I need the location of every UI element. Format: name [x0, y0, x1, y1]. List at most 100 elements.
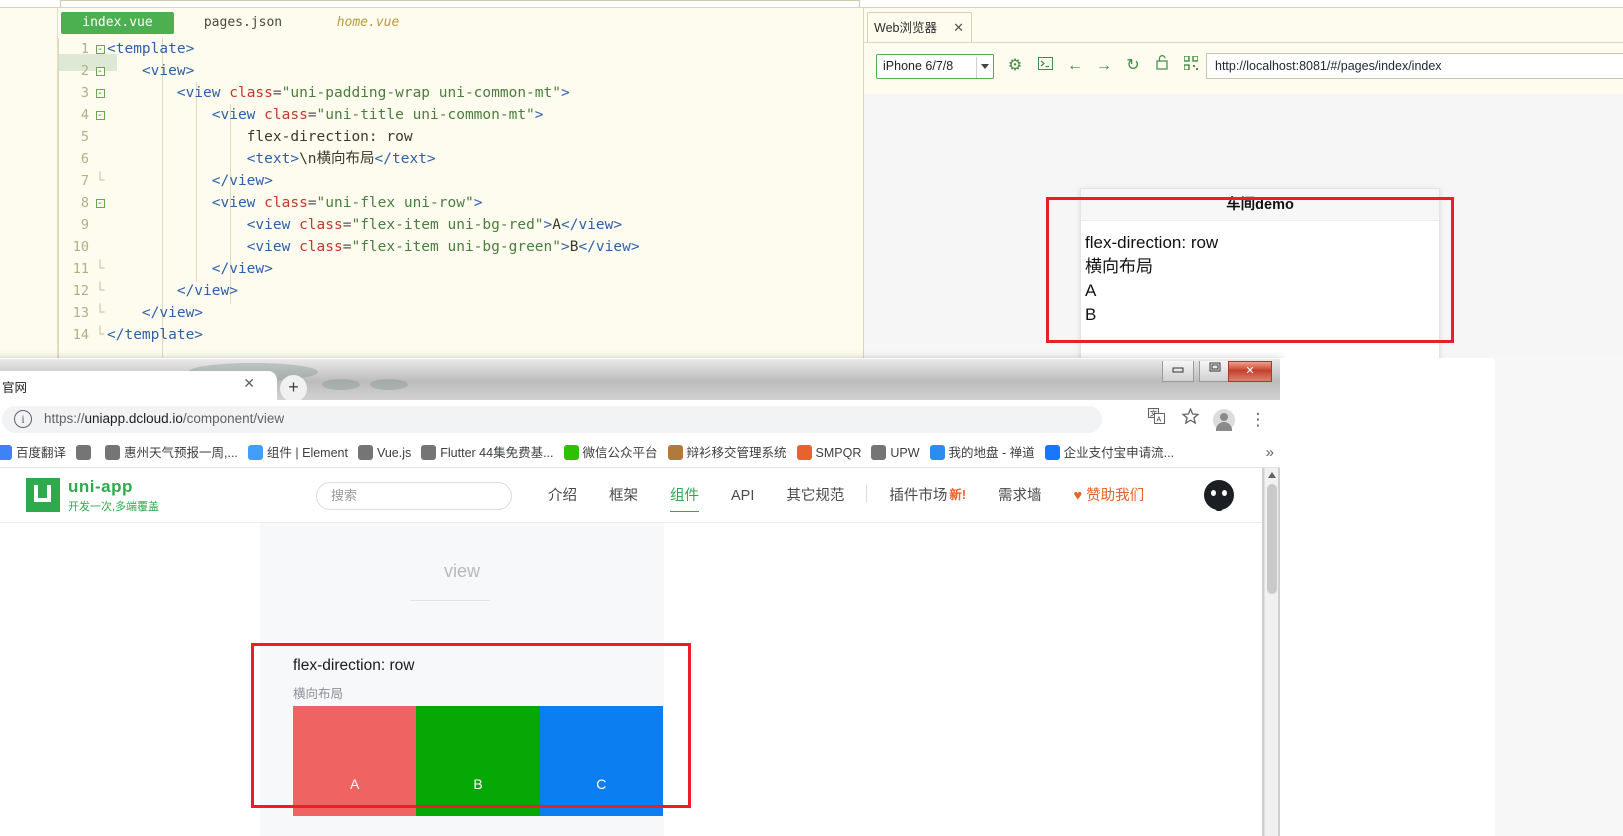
close-icon[interactable]: ✕ — [953, 13, 964, 43]
bookmark-label: 百度翻译 — [16, 446, 67, 460]
bookmarks-overflow-button[interactable]: » — [1266, 438, 1274, 467]
preview-url-field[interactable]: http://localhost:8081/#/pages/index/inde… — [1206, 53, 1623, 79]
site-logo-name[interactable]: uni-app — [68, 477, 133, 497]
flex-item-b: B — [416, 706, 540, 816]
close-button[interactable]: ✕ — [1228, 361, 1272, 382]
app-navbar-title: 车间demo — [1081, 189, 1439, 221]
device-frame: 车间demo flex-direction: row 横向布局 A B — [1080, 188, 1440, 370]
address-bar-url: https://uniapp.dcloud.io/component/view — [44, 411, 284, 426]
profile-avatar[interactable] — [1213, 409, 1235, 431]
editor-tab-home-vue[interactable]: home.vue — [313, 12, 423, 34]
favicon-icon — [929, 445, 945, 460]
bookmark-label: 组件 | Element — [266, 446, 348, 460]
chrome-menu-icon[interactable]: ⋮ — [1246, 408, 1270, 432]
nav-item-4[interactable]: API — [731, 469, 754, 524]
favicon-icon — [796, 445, 812, 460]
device-selector-value: iPhone 6/7/8 — [883, 59, 954, 73]
demo-title: flex-direction: row — [293, 657, 415, 674]
uniapp-logo-icon[interactable] — [26, 478, 60, 512]
maximize-button[interactable] — [1199, 361, 1231, 382]
nav-item-label: API — [731, 488, 755, 504]
bookmark-label: 微信公众平台 — [582, 446, 658, 460]
code-editor[interactable]: 1- <template> 2- <view> 3- <view class="uni… — [58, 38, 863, 370]
preview-canvas: 车间demo flex-direction: row 横向布局 A B — [864, 94, 1623, 370]
device-selector[interactable]: iPhone 6/7/8 — [876, 54, 994, 79]
console-icon[interactable] — [1034, 55, 1056, 77]
demo-card: flex-direction: row 横向布局 ABC — [260, 641, 664, 836]
bookmark-label: UPW — [890, 446, 920, 460]
github-icon[interactable] — [1204, 480, 1234, 511]
site-info-icon[interactable]: i — [14, 410, 32, 428]
nav-item-8[interactable]: ♥ 赞助我们 — [1074, 469, 1145, 524]
code-line: 8- <view class="uni-flex uni-row"> — [80, 195, 483, 211]
doc-heading: view — [443, 561, 480, 581]
bookmark-item[interactable]: Flutter 44集免费基... — [416, 438, 558, 467]
bookmark-item[interactable]: 组件 | Element — [243, 438, 353, 467]
address-bar[interactable]: i https://uniapp.dcloud.io/component/vie… — [2, 406, 1102, 433]
bookmark-star-icon[interactable] — [1178, 407, 1202, 432]
chrome-titlebar[interactable]: 官网 ✕ + ✕ — [0, 358, 1280, 402]
settings-icon[interactable]: ⚙ — [1004, 55, 1026, 77]
favicon-icon — [0, 445, 12, 460]
favicon-icon — [247, 445, 263, 460]
flex-item-a: A — [293, 706, 417, 816]
minimize-button[interactable] — [1162, 361, 1194, 382]
favicon-icon — [357, 445, 373, 460]
browser-tab[interactable]: 官网 ✕ — [0, 371, 277, 401]
search-input[interactable]: 搜索 — [316, 482, 512, 510]
reload-icon[interactable]: ↻ — [1122, 55, 1144, 77]
translate-icon[interactable]: 文A — [1144, 408, 1168, 432]
bookmark-item[interactable] — [71, 438, 100, 467]
close-icon[interactable]: ✕ — [243, 375, 255, 392]
bookmarks-bar: 百度翻译 惠州天气预报一周,... 组件 | Element Vue.js Flutte… — [0, 438, 1280, 468]
forward-icon[interactable]: → — [1093, 55, 1115, 77]
favicon-icon — [871, 445, 887, 460]
back-icon[interactable]: ← — [1064, 55, 1086, 77]
code-line: 3- <view class="uni-padding-wrap uni-com… — [80, 85, 570, 101]
app-content: flex-direction: row 横向布局 A B — [1081, 221, 1439, 327]
nav-new-badge: 新! — [949, 488, 967, 502]
nav-divider — [866, 485, 868, 503]
nav-item-6[interactable]: 插件市场 新! — [889, 468, 966, 523]
page-scrollbar[interactable] — [1264, 468, 1278, 836]
bookmark-item[interactable]: 企业支付宝申请流... — [1040, 438, 1179, 467]
nav-item-5[interactable]: 其它规范 — [786, 469, 844, 524]
preview-tab[interactable]: Web浏览器 ✕ — [867, 12, 972, 42]
nav-item-1[interactable]: 介绍 — [548, 469, 577, 524]
editor-tab-index-vue[interactable]: index.vue — [61, 12, 174, 34]
decor-blob — [322, 379, 360, 390]
unlock-icon[interactable] — [1151, 55, 1173, 77]
uniapp-website: uni-app 开发一次,多端覆盖 搜索 介绍 框架 组件 API 其它规范 插件市场 新!… — [0, 468, 1262, 836]
code-line: 13 └ </view> — [72, 305, 204, 321]
github-eye — [1222, 490, 1227, 496]
nav-item-label: 组件 — [670, 488, 699, 504]
decor-blob — [370, 379, 408, 390]
bookmark-item[interactable]: 辩衫移交管理系统 — [663, 438, 792, 467]
qrcode-icon[interactable] — [1180, 55, 1202, 77]
new-tab-button[interactable]: + — [280, 375, 307, 402]
favicon-icon — [105, 445, 121, 460]
hbuilderx-ide: index.vue pages.json home.vue 1- <templat… — [0, 0, 1623, 370]
bookmark-label: SMPQR — [815, 446, 862, 460]
bookmark-item[interactable]: SMPQR — [792, 438, 867, 467]
bookmark-item[interactable]: 惠州天气预报一周,... — [100, 438, 243, 467]
logo-u-shape — [34, 498, 51, 502]
nav-item-3[interactable]: 组件 — [670, 469, 699, 524]
svg-text:A: A — [1156, 417, 1161, 424]
scrollbar-thumb[interactable] — [1267, 484, 1277, 594]
site-body: view flex-direction: row 横向布局 ABC — [0, 523, 1262, 836]
editor-tabbar: index.vue pages.json home.vue — [58, 9, 863, 37]
chevron-down-icon — [981, 64, 989, 69]
code-line: 5 flex-direction: row — [80, 129, 413, 145]
editor-tab-pages-json[interactable]: pages.json — [188, 12, 298, 34]
bookmark-item[interactable]: 百度翻译 — [0, 438, 71, 467]
nav-item-7[interactable]: 需求墙 — [998, 469, 1042, 524]
bookmark-item[interactable]: Vue.js — [353, 438, 416, 467]
nav-item-2[interactable]: 框架 — [609, 469, 638, 524]
bookmark-item[interactable]: 微信公众平台 — [559, 438, 663, 467]
code-line: 1- <template> — [80, 41, 195, 57]
code-line: 10 <view class="flex-item uni-bg-green">… — [72, 239, 640, 255]
scroll-up-arrow-icon[interactable] — [1268, 472, 1276, 478]
bookmark-item[interactable]: UPW — [866, 438, 924, 467]
bookmark-item[interactable]: 我的地盘 - 禅道 — [925, 438, 1040, 467]
